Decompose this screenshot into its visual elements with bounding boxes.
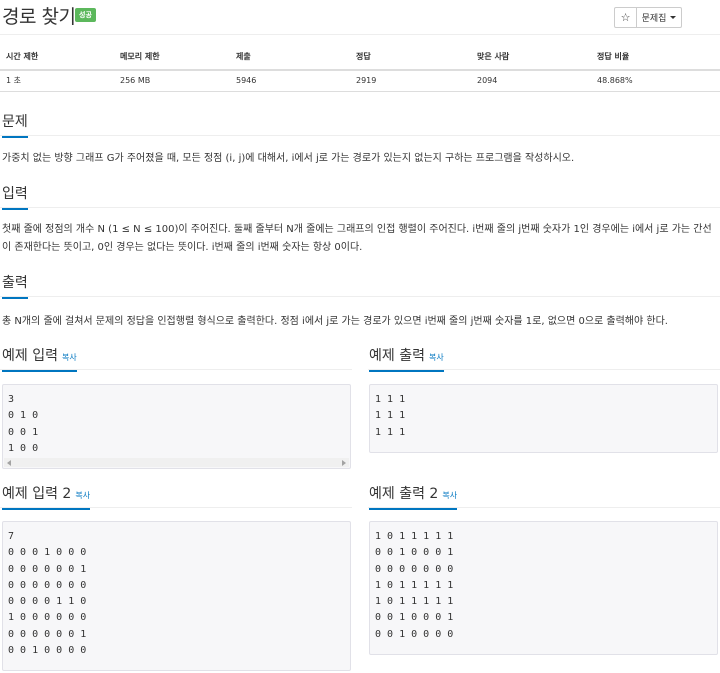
star-button[interactable]: ☆ bbox=[614, 7, 637, 28]
header-memory-limit: 메모리 제한 bbox=[114, 44, 230, 71]
input-heading-divider bbox=[0, 207, 720, 208]
caret-down-icon bbox=[670, 16, 677, 19]
header-solvers: 맞은 사람 bbox=[471, 44, 591, 71]
sample-input-2-title: 예제 입력 2 bbox=[2, 486, 72, 502]
sample-input-1-content: 3 0 1 0 0 0 1 1 0 0 bbox=[8, 394, 39, 454]
accept-ratio-value: 48.868% bbox=[591, 70, 720, 92]
sample-input-2-divider bbox=[0, 507, 352, 508]
sample-input-1-title: 예제 입력 bbox=[2, 348, 58, 364]
output-heading-divider bbox=[0, 296, 720, 297]
sample-output-1-heading: 예제 출력 복사 bbox=[369, 345, 444, 372]
sample-output-1-divider bbox=[368, 369, 720, 370]
accepted-value: 2919 bbox=[350, 70, 471, 92]
header-time-limit: 시간 제한 bbox=[0, 44, 114, 71]
copy-sample-output-1-button[interactable]: 복사 bbox=[429, 353, 444, 362]
scroll-right-icon[interactable] bbox=[342, 460, 346, 466]
status-badge: 성공 bbox=[75, 8, 96, 22]
sample-output-1-title: 예제 출력 bbox=[369, 348, 425, 364]
info-value-row: 1 초 256 MB 5946 2919 2094 48.868% bbox=[0, 70, 720, 92]
input-heading: 입력 bbox=[2, 183, 28, 210]
copy-sample-input-1-button[interactable]: 복사 bbox=[62, 353, 77, 362]
problem-header: 경로 찾기 성공 ☆ 문제집 bbox=[0, 0, 720, 34]
copy-sample-input-2-button[interactable]: 복사 bbox=[75, 491, 90, 500]
sample-output-1-content: 1 1 1 1 1 1 1 1 1 bbox=[375, 394, 406, 438]
problem-description: 가중치 없는 방향 그래프 G가 주어졌을 때, 모든 정점 (i, j)에 대… bbox=[2, 153, 575, 164]
sample-output-2-heading: 예제 출력 2 복사 bbox=[369, 483, 458, 510]
submissions-value: 5946 bbox=[230, 70, 350, 92]
scroll-left-icon[interactable] bbox=[7, 460, 11, 466]
sample-output-2-box[interactable]: 1 0 1 1 1 1 1 0 0 1 0 0 0 1 0 0 0 0 0 0 … bbox=[369, 521, 718, 655]
star-icon: ☆ bbox=[620, 11, 631, 24]
sample-input-1-heading: 예제 입력 복사 bbox=[2, 345, 77, 372]
sample-output-1-box[interactable]: 1 1 1 1 1 1 1 1 1 bbox=[369, 384, 718, 453]
sample-input-2-content: 7 0 0 0 1 0 0 0 0 0 0 0 0 0 1 0 0 0 0 0 … bbox=[8, 531, 87, 657]
header-submissions: 제출 bbox=[230, 44, 350, 71]
sample-input-2-heading: 예제 입력 2 복사 bbox=[2, 483, 91, 510]
output-description: 총 N개의 줄에 걸쳐서 문제의 정답을 인접행렬 형식으로 출력한다. 정점 … bbox=[2, 316, 668, 327]
problem-heading-divider bbox=[0, 135, 720, 136]
time-limit-value: 1 초 bbox=[0, 70, 114, 92]
header-divider bbox=[0, 34, 720, 35]
horizontal-scrollbar[interactable] bbox=[4, 458, 349, 467]
page-title: 경로 찾기 bbox=[2, 6, 76, 28]
sample-input-1-divider bbox=[0, 369, 352, 370]
header-button-group: ☆ 문제집 bbox=[614, 7, 682, 28]
input-description: 첫째 줄에 정점의 개수 N (1 ≤ N ≤ 100)이 주어진다. 둘째 줄… bbox=[2, 224, 712, 253]
header-accepted: 정답 bbox=[350, 44, 471, 71]
problemset-dropdown-button[interactable]: 문제집 bbox=[637, 7, 682, 28]
copy-sample-output-2-button[interactable]: 복사 bbox=[442, 491, 457, 500]
sample-input-2-box[interactable]: 7 0 0 0 1 0 0 0 0 0 0 0 0 0 1 0 0 0 0 0 … bbox=[2, 521, 351, 671]
sample-input-1-box[interactable]: 3 0 1 0 0 0 1 1 0 0 bbox=[2, 384, 351, 469]
problem-info-table: 시간 제한 메모리 제한 제출 정답 맞은 사람 정답 비율 1 초 256 M… bbox=[0, 44, 720, 92]
memory-limit-value: 256 MB bbox=[114, 70, 230, 92]
sample-output-2-divider bbox=[368, 507, 720, 508]
problem-heading: 문제 bbox=[2, 111, 28, 138]
info-header-row: 시간 제한 메모리 제한 제출 정답 맞은 사람 정답 비율 bbox=[0, 44, 720, 71]
solvers-value: 2094 bbox=[471, 70, 591, 92]
header-accept-ratio: 정답 비율 bbox=[591, 44, 720, 71]
problemset-label: 문제집 bbox=[641, 14, 667, 24]
sample-output-2-content: 1 0 1 1 1 1 1 0 0 1 0 0 0 1 0 0 0 0 0 0 … bbox=[375, 531, 454, 640]
sample-output-2-title: 예제 출력 2 bbox=[369, 486, 439, 502]
output-heading: 출력 bbox=[2, 272, 28, 299]
